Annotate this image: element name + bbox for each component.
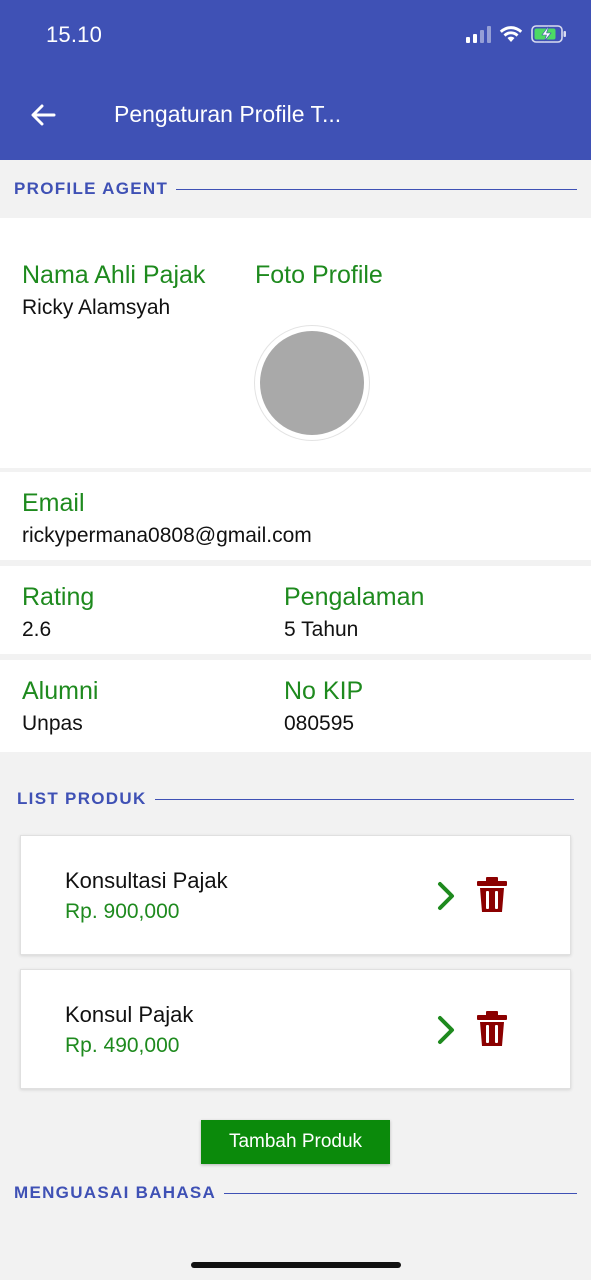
kip-value: 080595 bbox=[284, 712, 355, 735]
product-price: Rp. 490,000 bbox=[65, 1034, 180, 1057]
experience-label: Pengalaman bbox=[284, 583, 425, 611]
photo-label: Foto Profile bbox=[255, 261, 383, 289]
section-title-languages: MENGUASAI BAHASA bbox=[14, 1183, 217, 1202]
cellular-signal-icon bbox=[466, 25, 491, 43]
avatar-placeholder bbox=[260, 331, 364, 435]
section-divider bbox=[154, 798, 574, 800]
wifi-icon bbox=[499, 25, 523, 43]
section-title-products: LIST PRODUK bbox=[17, 789, 147, 808]
chevron-right-icon[interactable] bbox=[431, 878, 461, 914]
email-value: rickypermana0808@gmail.com bbox=[22, 524, 312, 547]
alumni-card bbox=[0, 660, 591, 752]
product-price: Rp. 900,000 bbox=[65, 900, 180, 923]
product-name: Konsul Pajak bbox=[65, 1002, 194, 1027]
section-header-products: LIST PRODUK bbox=[17, 788, 574, 810]
trash-icon[interactable] bbox=[475, 876, 509, 914]
name-label: Nama Ahli Pajak bbox=[22, 261, 206, 289]
name-value: Ricky Alamsyah bbox=[22, 296, 171, 319]
section-title-profile: PROFILE AGENT bbox=[14, 179, 169, 198]
section-divider bbox=[176, 188, 577, 190]
email-label: Email bbox=[22, 489, 85, 517]
rating-value: 2.6 bbox=[22, 618, 52, 641]
rating-label: Rating bbox=[22, 583, 95, 611]
app-header: 15.10 Pengaturan Profile T... bbox=[0, 0, 591, 160]
arrow-left-icon bbox=[31, 104, 56, 126]
alumni-label: Alumni bbox=[22, 677, 99, 705]
avatar[interactable] bbox=[254, 325, 370, 441]
product-card[interactable]: Konsultasi Pajak Rp. 900,000 bbox=[20, 835, 571, 955]
page-title: Pengaturan Profile T... bbox=[114, 101, 342, 127]
section-header-profile: PROFILE AGENT bbox=[14, 178, 577, 200]
product-name: Konsultasi Pajak bbox=[65, 868, 228, 893]
back-button[interactable] bbox=[26, 98, 60, 132]
alumni-value: Unpas bbox=[22, 712, 83, 735]
experience-value: 5 Tahun bbox=[284, 618, 359, 641]
product-card[interactable]: Konsul Pajak Rp. 490,000 bbox=[20, 969, 571, 1089]
kip-label: No KIP bbox=[284, 677, 364, 705]
section-header-languages: MENGUASAI BAHASA bbox=[14, 1182, 577, 1204]
battery-charging-icon bbox=[531, 24, 567, 44]
chevron-right-icon[interactable] bbox=[431, 1012, 461, 1048]
trash-icon[interactable] bbox=[475, 1010, 509, 1048]
add-product-button[interactable]: Tambah Produk bbox=[201, 1120, 390, 1164]
status-time: 15.10 bbox=[46, 22, 103, 47]
section-divider bbox=[224, 1192, 577, 1194]
home-indicator[interactable] bbox=[191, 1262, 401, 1268]
status-icons bbox=[466, 24, 567, 44]
